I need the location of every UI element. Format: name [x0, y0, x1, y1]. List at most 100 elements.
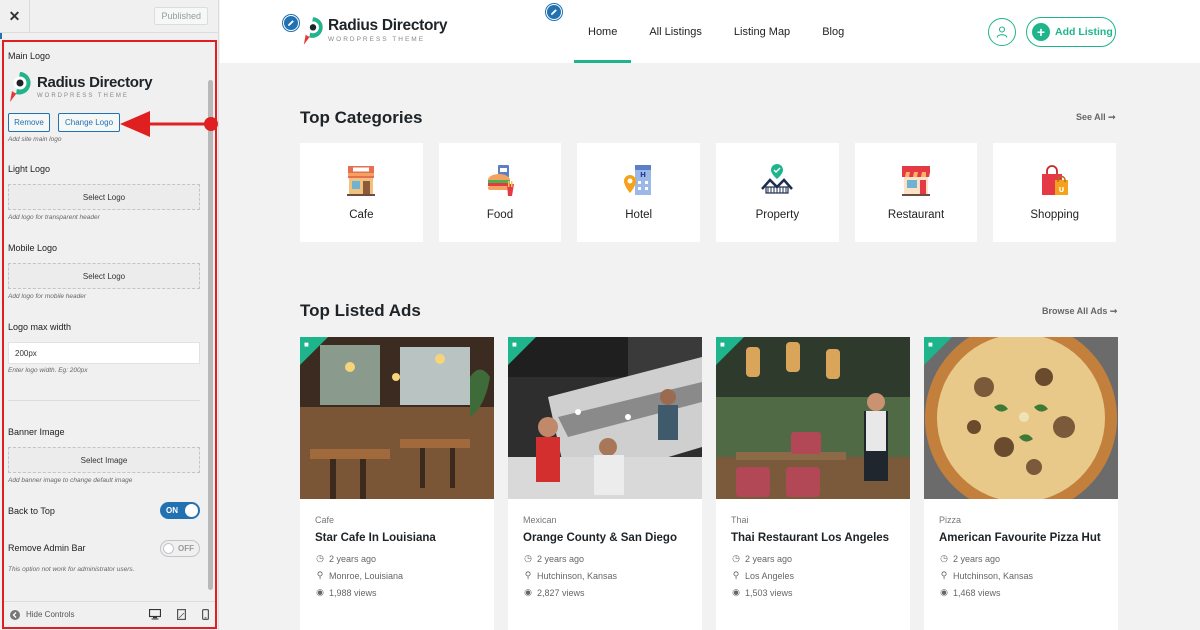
- add-listing-button[interactable]: + Add Listing: [1026, 17, 1116, 47]
- category-name: Cafe: [349, 209, 374, 221]
- hotel-icon: H: [623, 165, 651, 195]
- bookmark-icon: ■: [720, 340, 725, 349]
- category-name: Hotel: [625, 209, 653, 221]
- site-header: Radius Directory WORDPRESS THEME Home Al…: [220, 0, 1200, 63]
- listing-title[interactable]: Orange County & San Diego: [523, 532, 687, 544]
- listing-title[interactable]: Thai Restaurant Los Angeles: [731, 532, 895, 544]
- property-icon: [761, 164, 794, 194]
- listing-image-pizza[interactable]: ■: [924, 337, 1118, 499]
- listing-category[interactable]: Mexican: [523, 515, 687, 525]
- close-icon: ✕: [8, 7, 21, 24]
- annotation-arrow-icon: [120, 111, 218, 137]
- listing-category[interactable]: Pizza: [939, 515, 1103, 525]
- listing-category[interactable]: Thai: [731, 515, 895, 525]
- clock-icon: ◷: [524, 553, 532, 563]
- listing-views-text: 1,468 views: [953, 587, 1001, 598]
- location-pin-icon: ⚲: [524, 570, 532, 580]
- clock-icon: ◷: [316, 553, 324, 563]
- add-listing-label: Add Listing: [1055, 26, 1113, 38]
- bookmark-icon: ■: [512, 340, 517, 349]
- listing-location: ⚲ Hutchinson, Kansas: [523, 570, 687, 581]
- user-icon: [996, 26, 1008, 38]
- edit-logo-shortcut[interactable]: [283, 15, 299, 31]
- map-pin-logo-icon: [303, 17, 323, 45]
- listing-time: ◷ 2 years ago: [523, 553, 687, 564]
- listing-views: ◉ 1,988 views: [315, 587, 479, 598]
- listing-title[interactable]: Star Cafe In Louisiana: [315, 532, 479, 544]
- category-name: Food: [486, 209, 514, 221]
- site-preview: Radius Directory WORDPRESS THEME Home Al…: [220, 0, 1200, 630]
- listing-views: ◉ 2,827 views: [523, 587, 687, 598]
- site-logo[interactable]: Radius Directory WORDPRESS THEME: [302, 14, 462, 48]
- coffee-bar-photo: [508, 337, 702, 499]
- listing-card[interactable]: ■ Cafe Star Cafe In Louisiana ◷ 2 years a…: [300, 337, 494, 630]
- listing-location-text: Monroe, Louisiana: [329, 570, 404, 581]
- nav-blog[interactable]: Blog: [806, 0, 860, 63]
- cafe-icon: [347, 166, 376, 196]
- bookmark-icon: ■: [304, 340, 309, 349]
- food-icon: [488, 165, 514, 196]
- category-card-cafe[interactable]: Cafe: [300, 143, 423, 242]
- category-name: Restaurant: [887, 209, 945, 221]
- listing-location-text: Hutchinson, Kansas: [537, 570, 618, 581]
- listing-views: ◉ 1,468 views: [939, 587, 1103, 598]
- pencil-icon: [551, 9, 557, 15]
- customizer-panel: ✕ Published Main Logo Radius Directory W…: [0, 0, 219, 630]
- shopping-icon: U: [1041, 165, 1068, 195]
- listing-time: ◷ 2 years ago: [939, 553, 1103, 564]
- listing-card[interactable]: ■ Pizza American Favourite Pizza Hut ◷ 2 …: [924, 337, 1118, 630]
- listing-image-restaurant-dining[interactable]: ■: [716, 337, 910, 499]
- category-name: Shopping: [1030, 209, 1079, 221]
- listing-time-text: 2 years ago: [537, 553, 585, 564]
- listing-grid: ■ Cafe Star Cafe In Louisiana ◷ 2 years a…: [300, 337, 1118, 630]
- edit-menu-shortcut[interactable]: [546, 4, 562, 20]
- listing-time: ◷ 2 years ago: [315, 553, 479, 564]
- location-pin-icon: ⚲: [940, 570, 948, 580]
- eye-icon: ◉: [316, 587, 324, 597]
- plus-icon: +: [1032, 23, 1050, 41]
- user-account-button[interactable]: [988, 18, 1016, 46]
- close-customizer-button[interactable]: ✕: [0, 0, 30, 33]
- clock-icon: ◷: [940, 553, 948, 563]
- site-logo-subtitle: WORDPRESS THEME: [328, 36, 426, 43]
- category-card-hotel[interactable]: H Hotel: [577, 143, 701, 242]
- listing-title[interactable]: American Favourite Pizza Hut: [939, 532, 1103, 544]
- pencil-icon: [288, 20, 294, 26]
- nav-home[interactable]: Home: [572, 0, 633, 63]
- listing-card[interactable]: ■ Mexican Orange County & San Diego ◷ 2 y…: [508, 337, 702, 630]
- nav-listing-map[interactable]: Listing Map: [718, 0, 806, 63]
- eye-icon: ◉: [524, 587, 532, 597]
- nav-all-listings[interactable]: All Listings: [633, 0, 718, 63]
- category-grid: Cafe Food H Hotel Property Restaurant U …: [300, 143, 1117, 242]
- publish-button[interactable]: Published: [154, 7, 208, 25]
- cafe-interior-photo: [300, 337, 494, 499]
- listing-image-cafe-interior[interactable]: ■: [300, 337, 494, 499]
- restaurant-icon: [902, 166, 931, 196]
- category-card-restaurant[interactable]: Restaurant: [854, 143, 978, 242]
- see-all-link[interactable]: See All ➞: [1076, 112, 1116, 123]
- active-indicator: [0, 33, 2, 39]
- category-card-property[interactable]: Property: [716, 143, 839, 242]
- listing-time-text: 2 years ago: [745, 553, 793, 564]
- pizza-photo: [924, 337, 1118, 499]
- category-card-food[interactable]: Food: [438, 143, 562, 242]
- listing-location: ⚲ Los Angeles: [731, 570, 895, 581]
- eye-icon: ◉: [940, 587, 948, 597]
- location-pin-icon: ⚲: [732, 570, 740, 580]
- restaurant-dining-photo: [716, 337, 910, 499]
- site-logo-title: Radius Directory: [328, 17, 448, 34]
- listing-category[interactable]: Cafe: [315, 515, 479, 525]
- listing-location: ⚲ Hutchinson, Kansas: [939, 570, 1103, 581]
- category-name: Property: [755, 209, 800, 221]
- location-pin-icon: ⚲: [316, 570, 324, 580]
- category-card-shopping[interactable]: U Shopping: [993, 143, 1117, 242]
- browse-all-ads-link[interactable]: Browse All Ads ➞: [1042, 306, 1117, 317]
- eye-icon: ◉: [732, 587, 740, 597]
- listing-time-text: 2 years ago: [953, 553, 1001, 564]
- listing-location-text: Hutchinson, Kansas: [953, 570, 1034, 581]
- listing-card[interactable]: ■ Thai Thai Restaurant Los Angeles ◷ 2 ye…: [716, 337, 910, 630]
- main-nav: Home All Listings Listing Map Blog: [572, 0, 860, 63]
- listing-time-text: 2 years ago: [329, 553, 377, 564]
- listing-image-coffee-bar[interactable]: ■: [508, 337, 702, 499]
- svg-text:H: H: [640, 171, 646, 179]
